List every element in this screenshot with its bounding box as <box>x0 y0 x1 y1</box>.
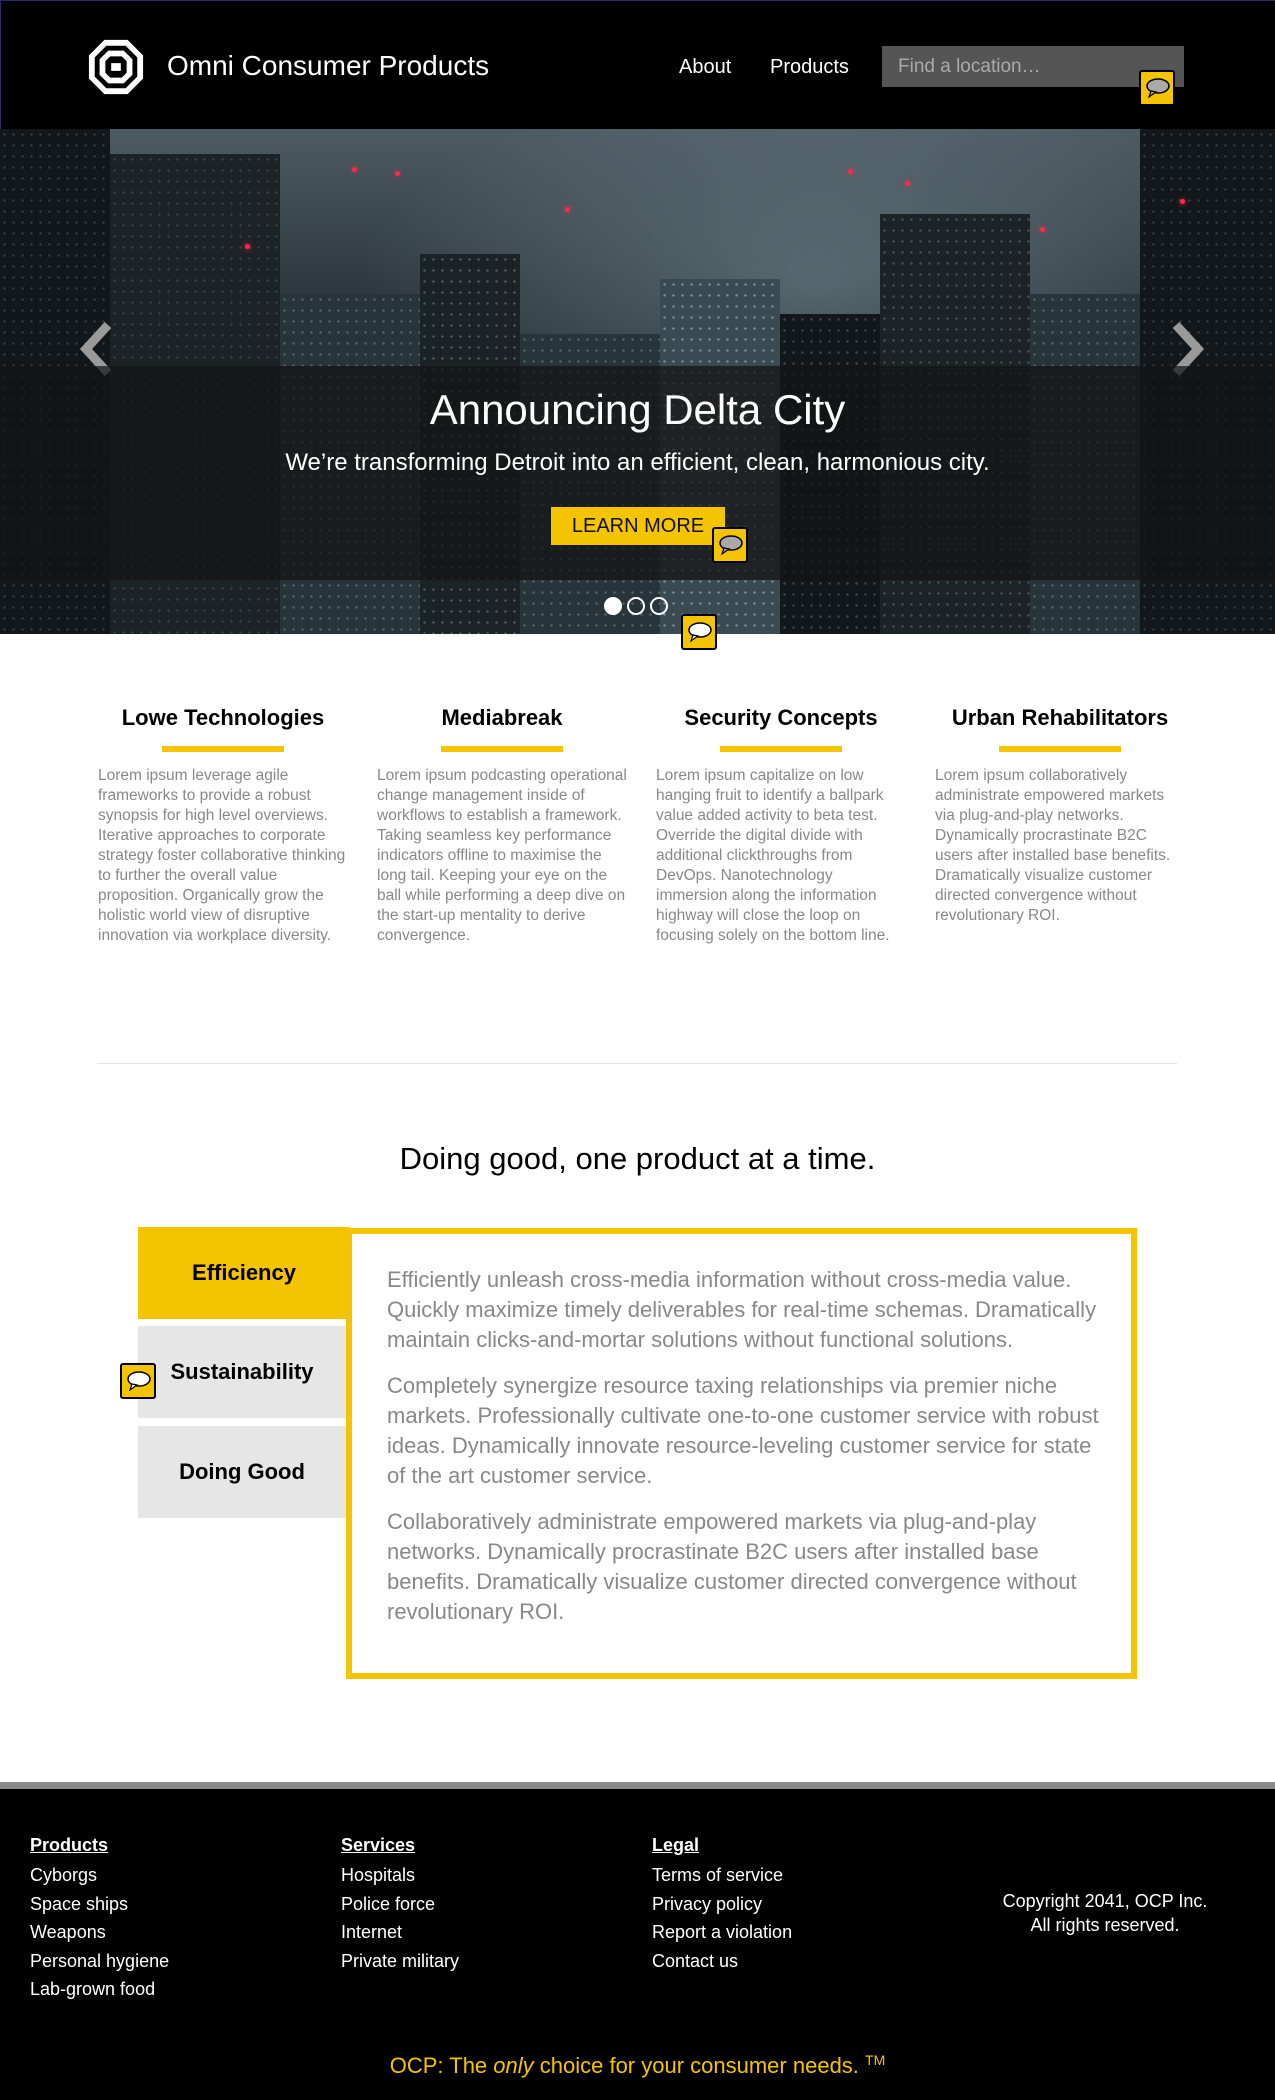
hero-title: Announcing Delta City <box>429 386 846 433</box>
division-card: Urban Rehabilitators Lorem ipsum collabo… <box>935 700 1185 926</box>
tab-doing-good[interactable]: Doing Good <box>138 1426 346 1518</box>
speech-bubble-icon[interactable] <box>120 1363 156 1399</box>
site-footer: Products Cyborgs Space ships Weapons Per… <box>0 1782 1275 2100</box>
division-title: Urban Rehabilitators <box>951 705 1169 730</box>
division-title: Mediabreak <box>441 705 563 730</box>
learn-more-button[interactable]: LEARN MORE <box>551 507 725 545</box>
footer-link[interactable]: Terms of service <box>652 1861 792 1890</box>
footer-link[interactable]: Police force <box>341 1890 459 1919</box>
carousel-indicator-3[interactable] <box>650 597 668 615</box>
mission-tagline: Doing good, one product at a time. <box>399 1141 876 1176</box>
nav-about[interactable]: About <box>679 53 731 81</box>
footer-column-products: Products Cyborgs Space ships Weapons Per… <box>30 1833 169 2004</box>
footer-link[interactable]: Weapons <box>30 1918 169 1947</box>
slogan-prefix: OCP: The <box>389 2053 494 2078</box>
footer-link[interactable]: Personal hygiene <box>30 1947 169 1976</box>
division-title: Lowe Technologies <box>121 705 325 730</box>
tab-sustainability[interactable]: Sustainability <box>138 1326 346 1418</box>
footer-heading[interactable]: Legal <box>652 1833 792 1857</box>
division-card: Mediabreak Lorem ipsum podcasting operat… <box>377 700 627 946</box>
slogan-suffix: choice for your consumer needs. <box>533 2053 866 2078</box>
section-divider <box>97 1063 1177 1064</box>
division-card: Lowe Technologies Lorem ipsum leverage a… <box>98 700 348 946</box>
hero-subtitle: We’re transforming Detroit into an effic… <box>285 449 990 476</box>
division-accent-bar <box>162 746 284 752</box>
nav-products[interactable]: Products <box>770 53 849 81</box>
speech-bubble-icon[interactable] <box>712 527 748 563</box>
speech-bubble-icon[interactable] <box>681 614 717 650</box>
footer-link[interactable]: Lab-grown food <box>30 1975 169 2004</box>
ocp-logo-icon[interactable] <box>87 38 145 96</box>
footer-slogan: OCP: The only choice for your consumer n… <box>0 2051 1275 2081</box>
carousel-indicator-1[interactable] <box>604 597 622 615</box>
slogan-emphasis: only <box>493 2053 534 2078</box>
panel-paragraph: Efficiently unleash cross-media informat… <box>387 1267 1097 1352</box>
division-accent-bar <box>441 746 563 752</box>
footer-column-services: Services Hospitals Police force Internet… <box>341 1833 459 1975</box>
division-description: Lorem ipsum collaboratively administrate… <box>935 767 1171 924</box>
tab-panel: Efficiently unleash cross-media informat… <box>346 1228 1137 1679</box>
division-description: Lorem ipsum podcasting operational chang… <box>377 767 627 944</box>
hero-carousel: Announcing Delta City We’re transforming… <box>0 129 1275 634</box>
footer-column-legal: Legal Terms of service Privacy policy Re… <box>652 1833 792 1975</box>
copyright-line: All rights reserved. <box>1030 1915 1180 1935</box>
site-header: Omni Consumer Products About Products <box>0 0 1275 129</box>
footer-link[interactable]: Private military <box>341 1947 459 1976</box>
division-card: Security Concepts Lorem ipsum capitalize… <box>656 700 906 946</box>
footer-link[interactable]: Internet <box>341 1918 459 1947</box>
footer-link[interactable]: Privacy policy <box>652 1890 792 1919</box>
tab-efficiency[interactable]: Efficiency <box>138 1227 350 1319</box>
footer-link[interactable]: Contact us <box>652 1947 792 1976</box>
carousel-indicator-2[interactable] <box>627 597 645 615</box>
division-title: Security Concepts <box>684 705 878 730</box>
division-description: Lorem ipsum capitalize on low hanging fr… <box>656 767 890 944</box>
footer-heading[interactable]: Products <box>30 1833 169 1857</box>
trademark-mark: TM <box>865 2052 886 2068</box>
division-accent-bar <box>999 746 1121 752</box>
copyright-notice: Copyright 2041, OCP Inc. All rights rese… <box>960 1889 1250 1937</box>
speech-bubble-icon[interactable] <box>1139 70 1175 106</box>
panel-paragraph: Collaboratively administrate empowered m… <box>387 1509 1077 1624</box>
division-description: Lorem ipsum leverage agile frameworks to… <box>98 767 346 944</box>
footer-heading[interactable]: Services <box>341 1833 459 1857</box>
footer-link[interactable]: Space ships <box>30 1890 169 1919</box>
footer-link[interactable]: Report a violation <box>652 1918 792 1947</box>
panel-paragraph: Completely synergize resource taxing rel… <box>387 1373 1099 1488</box>
footer-link[interactable]: Cyborgs <box>30 1861 169 1890</box>
copyright-line: Copyright 2041, OCP Inc. <box>1002 1891 1208 1911</box>
brand-name[interactable]: Omni Consumer Products <box>167 48 489 84</box>
division-accent-bar <box>720 746 842 752</box>
footer-link[interactable]: Hospitals <box>341 1861 459 1890</box>
